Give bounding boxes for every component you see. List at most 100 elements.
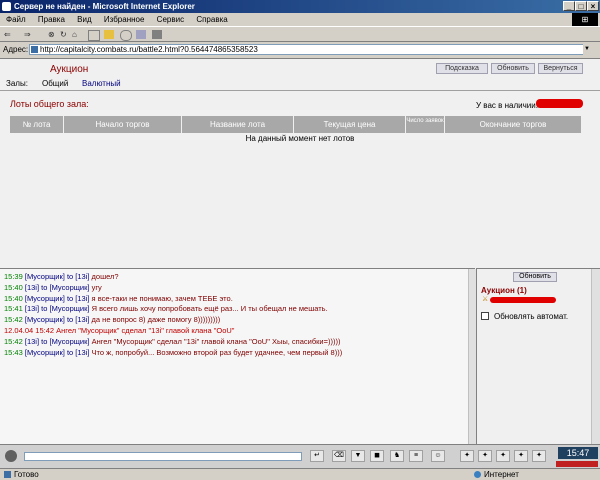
menu-view[interactable]: Вид — [77, 15, 91, 24]
chat-recipient[interactable]: to [13i] — [65, 294, 92, 303]
send-icon[interactable]: ↵ — [310, 450, 324, 462]
chat-user[interactable]: [13i] — [25, 337, 39, 346]
tool-icon-2[interactable]: ✦ — [478, 450, 492, 462]
chat-recipient[interactable]: to [13i] — [65, 315, 92, 324]
side-refresh-button[interactable]: Обновить — [513, 272, 557, 282]
chat-recipient[interactable]: to [Мусорщик] — [39, 304, 92, 313]
chat-message: Ангел "Мусорщик" сделал "13i" главой кла… — [56, 326, 235, 335]
smile-icon[interactable]: ☺ — [431, 450, 445, 462]
side-scrollbar[interactable] — [591, 269, 600, 444]
address-input[interactable]: http://capitalcity.combats.ru/battle2.ht… — [29, 44, 590, 55]
auto-refresh-checkbox[interactable] — [481, 312, 489, 320]
address-bar: Адрес: http://capitalcity.combats.ru/bat… — [0, 42, 600, 58]
home-icon[interactable]: ⌂ — [72, 29, 77, 40]
chat-message: да не вопрос 8) даже помогу 8))))))))) — [91, 315, 221, 325]
indicator-strip — [556, 461, 598, 467]
user-icon: ⚔ — [482, 296, 489, 303]
page-icon — [31, 46, 38, 53]
col-start: Начало торгов — [64, 116, 182, 133]
redacted-mark — [490, 297, 556, 303]
print-icon[interactable] — [152, 30, 162, 39]
menu-file[interactable]: Файл — [6, 15, 26, 24]
col-name: Название лота — [182, 116, 294, 133]
chat-recipient[interactable]: to [13i] — [65, 272, 92, 281]
tool-icon-4[interactable]: ✦ — [514, 450, 528, 462]
mail-icon[interactable] — [136, 30, 146, 39]
fighter-icon[interactable]: ♞ — [390, 450, 404, 462]
chat-user[interactable]: [Мусорщик] — [25, 272, 65, 281]
chat-line: 15:40 [Мусорщик] to [13i] я все-таки не … — [4, 294, 233, 303]
chat-time: 15:42 — [4, 315, 23, 325]
lots-table-header: № лота Начало торгов Название лота Текущ… — [10, 116, 581, 133]
refresh-button[interactable]: Обновить — [491, 63, 535, 74]
toolbar: ⇐ ⇒ ⊗ ↻ ⌂ — [0, 26, 600, 42]
erase-icon[interactable]: ⌫ — [332, 450, 346, 462]
empty-message: На данный момент нет лотов — [245, 134, 355, 143]
chat-user[interactable]: [Мусорщик] — [25, 315, 65, 324]
tab-currency[interactable]: Валютный — [82, 79, 121, 88]
refresh-icon[interactable]: ↻ — [60, 29, 67, 40]
channel-icon[interactable]: ◼ — [370, 450, 384, 462]
stop-icon[interactable]: ⊗ — [48, 29, 55, 40]
menu-bar: Файл Правка Вид Избранное Сервис Справка — [0, 13, 600, 26]
chat-user[interactable]: [13i] — [25, 304, 39, 313]
menu-edit[interactable]: Правка — [38, 15, 65, 24]
smiley-icon[interactable] — [5, 450, 17, 462]
menu-help[interactable]: Справка — [196, 15, 227, 24]
chat-line: 15:42 [13i] to [Мусорщик] Ангел "Мусорщи… — [4, 337, 340, 346]
history-icon[interactable] — [120, 30, 132, 41]
chat-message: дошел? — [91, 272, 119, 281]
chat-time: 15:43 — [4, 347, 23, 357]
list-icon[interactable]: ≡ — [409, 450, 423, 462]
internet-zone-icon — [474, 471, 481, 478]
favorites-icon[interactable] — [104, 30, 114, 39]
chat-recipient[interactable]: to [Мусорщик] — [39, 283, 92, 292]
chat-line: 15:43 [Мусорщик] to [13i] Что ж, попробу… — [4, 348, 342, 357]
have-label: У вас в наличии: — [476, 101, 538, 110]
chat-line: 12.04.04 15:42 Ангел "Мусорщик" сделал "… — [4, 326, 234, 335]
chat-time: 15:40 — [4, 293, 23, 303]
close-button[interactable]: × — [587, 1, 599, 11]
auto-refresh-label: Обновлять автомат. — [494, 312, 569, 321]
halls-label: Залы: — [6, 79, 28, 88]
tab-general[interactable]: Общий — [42, 79, 68, 88]
chat-user[interactable]: [Мусорщик] — [25, 348, 65, 357]
chat-message: угу — [91, 282, 102, 292]
ie-icon — [2, 2, 11, 11]
status-text: Готово — [14, 470, 39, 479]
chat-time: 15:39 — [4, 272, 23, 281]
chat-recipient[interactable]: to [Мусорщик] — [39, 337, 92, 346]
title-bar: Сервер не найден - Microsoft Internet Ex… — [0, 0, 600, 13]
filter-icon[interactable]: ▼ — [351, 450, 365, 462]
chat-user[interactable]: [Мусорщик] — [25, 294, 65, 303]
chat-input[interactable] — [24, 452, 302, 461]
search-icon[interactable] — [88, 30, 100, 41]
chat-recipient[interactable]: to [13i] — [65, 348, 92, 357]
tool-icon-1[interactable]: ✦ — [460, 450, 474, 462]
tool-icon-3[interactable]: ✦ — [496, 450, 510, 462]
chat-time: 15:42 — [4, 336, 23, 346]
address-dropdown-icon[interactable]: ▼ — [583, 44, 591, 55]
back-icon[interactable]: ⇐ — [4, 29, 11, 40]
chat-scrollbar[interactable] — [468, 269, 476, 444]
chat-time: 15:41 — [4, 304, 23, 314]
menu-tools[interactable]: Сервис — [157, 15, 184, 24]
side-title: Аукцион (1) — [481, 286, 527, 295]
forward-icon[interactable]: ⇒ — [24, 29, 31, 40]
tool-icon-5[interactable]: ✦ — [532, 450, 546, 462]
chat-message: Ангел "Мусорщик" сделал "13i" главой кла… — [91, 336, 341, 346]
chat-user[interactable]: [13i] — [25, 283, 39, 292]
tab-divider — [0, 90, 600, 91]
chat-message: Я всего лишь хочу попробовать ещё раз...… — [91, 304, 328, 314]
chat-time: 12.04.04 15:42 — [4, 326, 55, 335]
menu-favorites[interactable]: Избранное — [104, 15, 145, 24]
back-button[interactable]: Вернуться — [538, 63, 583, 74]
col-lot-number: № лота — [10, 116, 64, 133]
chat-line: 15:40 [13i] to [Мусорщик] угу — [4, 283, 102, 292]
lots-title: Лоты общего зала: — [10, 99, 89, 109]
minimize-button[interactable]: _ — [563, 1, 575, 11]
chat-line: 15:42 [Мусорщик] to [13i] да не вопрос 8… — [4, 315, 220, 324]
hint-button[interactable]: Подсказка — [436, 63, 488, 74]
chat-line: 15:39 [Мусорщик] to [13i] дошел? — [4, 272, 119, 281]
maximize-button[interactable]: □ — [575, 1, 587, 11]
